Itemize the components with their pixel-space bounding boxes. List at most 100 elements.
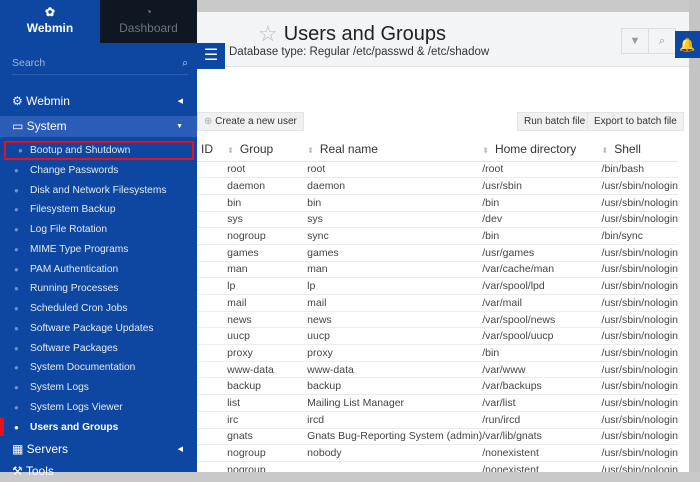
col-real-name[interactable]: ⬍ Real name — [307, 137, 483, 162]
col-shell[interactable]: ⬍ Shell — [601, 137, 678, 162]
table-row[interactable]: games games/usr/games/usr/sbin/nologin — [197, 244, 678, 262]
col-group[interactable]: ⬍ Group — [227, 137, 308, 162]
cell: proxy — [307, 344, 483, 362]
table-row[interactable]: news news/var/spool/news/usr/sbin/nologin — [197, 311, 678, 329]
notifications-bell-icon[interactable]: 🔔 — [675, 31, 700, 58]
cell[interactable]: nogroup — [227, 227, 308, 245]
sidebar-item[interactable]: ● PAM Authentication — [0, 260, 197, 279]
cell[interactable]: daemon — [227, 177, 308, 195]
cell: /var/spool/lpd — [482, 277, 602, 295]
sidebar-item-label: Filesystem Backup — [30, 204, 116, 216]
cell: backup — [307, 377, 483, 396]
sidebar-item[interactable]: ● Users and Groups — [0, 418, 197, 437]
database-type: Database type: Regular /etc/passwd & /et… — [229, 46, 490, 58]
cell — [197, 277, 228, 295]
col-home[interactable]: ⬍ Home directory — [482, 137, 602, 162]
cell[interactable]: list — [227, 394, 308, 412]
cell[interactable]: lp — [227, 277, 308, 295]
search-button[interactable]: ⌕ — [648, 28, 676, 54]
table-row[interactable]: mail mail/var/mail/usr/sbin/nologin — [197, 294, 678, 312]
cell — [197, 294, 228, 312]
table-row[interactable]: www-data www-data/var/www/usr/sbin/nologi… — [197, 361, 678, 379]
table-row[interactable]: man man/var/cache/man/usr/sbin/nologin — [197, 261, 678, 279]
table-row[interactable]: sys sys/dev/usr/sbin/nologin — [197, 211, 678, 229]
cell[interactable]: proxy — [227, 344, 308, 362]
cell[interactable]: www-data — [227, 361, 308, 379]
sidebar-item[interactable]: ● Disk and Network Filesystems — [0, 181, 197, 200]
col-id[interactable]: ID — [197, 137, 228, 162]
sidebar-item[interactable]: ● MIME Type Programs — [0, 240, 197, 259]
tools-icon: ⚒ — [12, 464, 26, 478]
category-webmin[interactable]: ⚙ Webmin ◀ — [0, 91, 197, 112]
search-icon: ⌕ — [658, 35, 666, 47]
cell[interactable]: man — [227, 261, 308, 279]
category-servers[interactable]: ▦ Servers ◀ — [0, 439, 197, 460]
table-row[interactable]: backup backup/var/backups/usr/sbin/nologi… — [197, 377, 678, 396]
table-row[interactable]: gnats Gnats Bug-Reporting System (admin) /… — [197, 428, 678, 446]
sidebar-item[interactable]: ● Change Passwords — [0, 161, 197, 180]
sidebar-item[interactable]: ● Bootup and Shutdown — [4, 141, 194, 160]
table-row[interactable]: nogroup sync/bin/bin/sync — [197, 227, 678, 245]
sidebar-item[interactable]: ● Scheduled Cron Jobs — [0, 299, 197, 318]
category-label: Webmin — [26, 94, 70, 108]
webmin-logo-icon: ✿ — [44, 5, 56, 19]
cell[interactable]: root — [227, 161, 308, 179]
cell[interactable]: mail — [227, 294, 308, 312]
table-row[interactable]: lp lp/var/spool/lpd/usr/sbin/nologin — [197, 277, 678, 295]
sidebar-item[interactable]: ● Running Processes — [0, 279, 197, 298]
cell: games — [307, 244, 483, 262]
table-row[interactable]: nogroup nobody/nonexistent/usr/sbin/nolog… — [197, 444, 678, 462]
cell: Gnats Bug-Reporting System (admin) — [307, 428, 483, 446]
sidebar-item-label: Scheduled Cron Jobs — [30, 303, 128, 314]
table-row[interactable]: irc ircd/run/ircd/usr/sbin/nologin — [197, 411, 678, 429]
filter-button[interactable]: ▼ — [621, 28, 649, 54]
table-row[interactable]: nogroup/nonexistent/usr/sbin/nologin — [197, 461, 678, 472]
bullet-icon: ● — [14, 244, 19, 254]
tab-webmin[interactable]: ✿ Webmin — [0, 0, 100, 43]
col-label: Home directory — [494, 141, 577, 156]
tab-dashboard[interactable]: ◔ Dashboard — [100, 0, 197, 43]
cell: /usr/sbin/nologin — [601, 461, 678, 472]
cell[interactable]: bin — [227, 194, 308, 212]
cell: /bin/sync — [601, 227, 678, 245]
cell — [197, 327, 228, 346]
cell[interactable]: nogroup — [227, 444, 308, 462]
active-indicator — [0, 418, 4, 436]
export-batch-button[interactable]: Export to batch file — [587, 112, 684, 131]
col-label: Group — [239, 141, 274, 156]
cell[interactable]: irc — [227, 411, 308, 429]
table-row[interactable]: root root/root/bin/bash — [197, 161, 678, 179]
cell[interactable]: news — [227, 311, 308, 329]
cell: /usr/sbin/nologin — [601, 411, 678, 429]
star-icon[interactable]: ☆ — [258, 21, 278, 47]
table-row[interactable]: bin bin/bin/usr/sbin/nologin — [197, 194, 678, 212]
sidebar-item[interactable]: ● System Logs Viewer — [0, 398, 197, 417]
sort-icon: ⬍ — [307, 145, 314, 155]
table-row[interactable]: list Mailing List Manager/var/list/usr/sb… — [197, 394, 678, 412]
table-row[interactable]: proxy proxy/bin/usr/sbin/nologin — [197, 344, 678, 362]
sidebar-item[interactable]: ● Software Package Updates — [0, 319, 197, 338]
cell[interactable]: sys — [227, 211, 308, 229]
cell[interactable]: uucp — [227, 327, 308, 346]
sidebar-item[interactable]: ● Filesystem Backup — [0, 200, 197, 219]
sidebar-item[interactable]: ● Software Packages — [0, 339, 197, 358]
sidebar-item[interactable]: ● System Logs — [0, 378, 197, 397]
cell[interactable]: backup — [227, 377, 308, 396]
scrollbar[interactable] — [689, 0, 700, 472]
cell: /bin — [482, 227, 602, 245]
table-row[interactable]: uucp uucp/var/spool/uucp/usr/sbin/nologin — [197, 327, 678, 346]
sidebar-item[interactable]: ● Log File Rotation — [0, 220, 197, 239]
create-user-button[interactable]: ⊕ Create a new user — [197, 112, 304, 131]
cell — [197, 428, 228, 446]
cell[interactable]: gnats — [227, 428, 308, 446]
run-batch-button[interactable]: Run batch file — [517, 112, 593, 131]
menu-toggle-button[interactable]: ☰ — [197, 43, 225, 69]
cell[interactable]: nogroup — [227, 461, 308, 472]
table-row[interactable]: daemon daemon/usr/sbin/usr/sbin/nologin — [197, 177, 678, 195]
cell: /nonexistent — [482, 461, 602, 472]
sidebar-search-input[interactable]: Search ⌕ — [12, 57, 188, 75]
sidebar-item[interactable]: ● System Documentation — [0, 358, 197, 377]
category-label: Servers — [26, 442, 69, 456]
cell[interactable]: games — [227, 244, 308, 262]
category-system[interactable]: ▭ System ▼ — [0, 116, 197, 137]
